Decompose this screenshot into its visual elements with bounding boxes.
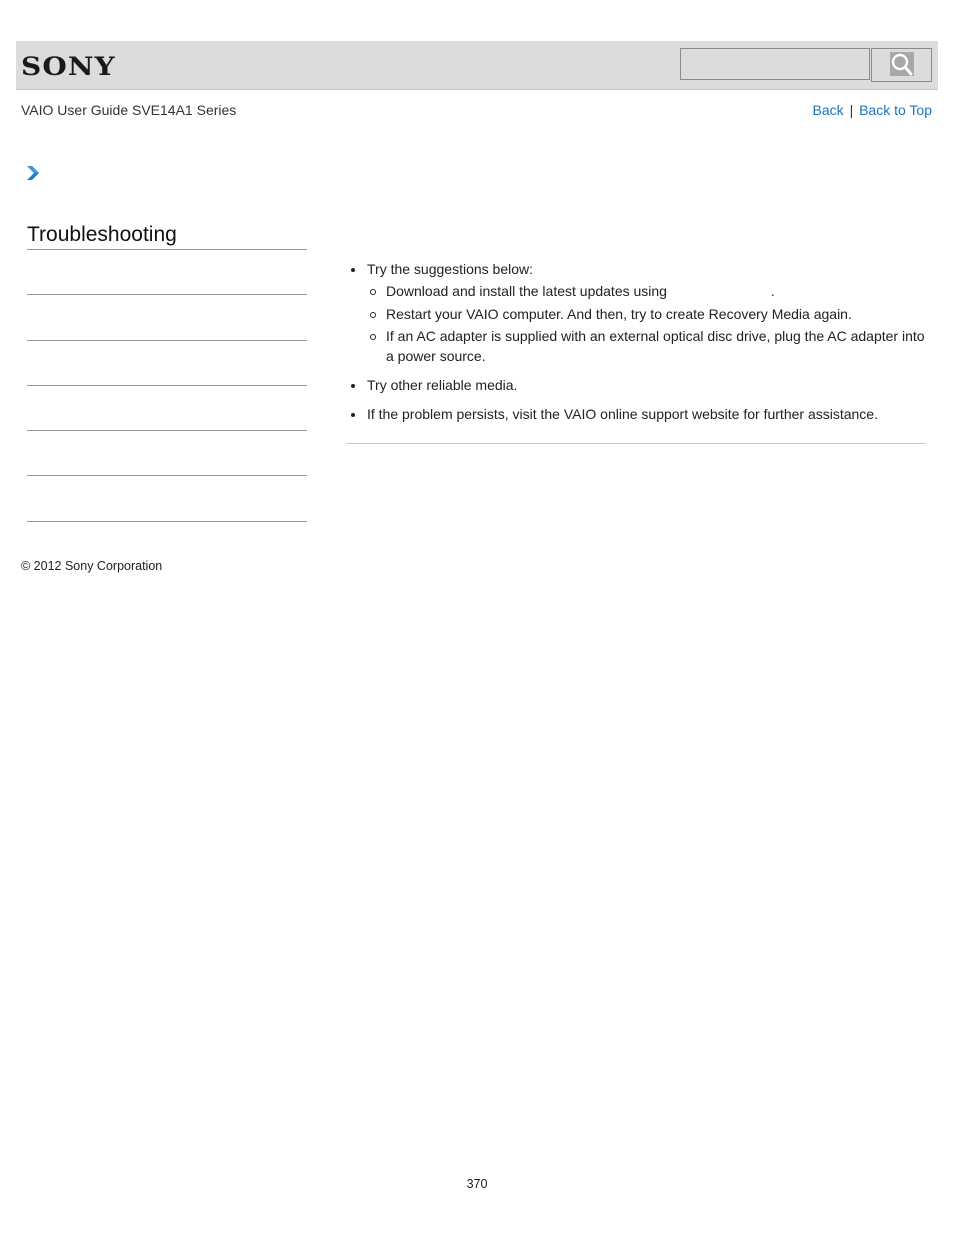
list-item-text: Try other reliable media. — [367, 377, 518, 393]
sub-list-item-text: Download and install the latest updates … — [386, 283, 667, 299]
sidebar-item[interactable] — [27, 341, 307, 386]
back-link[interactable]: Back — [813, 102, 844, 118]
list-item-text: Try the suggestions below: — [367, 261, 534, 277]
back-to-top-link[interactable]: Back to Top — [859, 102, 932, 118]
list-item-text: If the problem persists, visit the VAIO … — [367, 406, 878, 422]
suggestion-list: Try the suggestions below: Download and … — [346, 259, 926, 424]
sidebar-item[interactable] — [27, 386, 307, 431]
sony-logo[interactable]: SONY — [21, 52, 116, 81]
list-item: If the problem persists, visit the VAIO … — [346, 404, 926, 424]
sub-list-item-text: Restart your VAIO computer. And then, tr… — [386, 305, 852, 322]
sub-list-item: Restart your VAIO computer. And then, tr… — [367, 304, 926, 324]
page-number: 370 — [466, 1177, 488, 1191]
link-separator: | — [849, 102, 854, 118]
search-button[interactable] — [871, 48, 932, 82]
sidebar-item[interactable] — [27, 476, 307, 522]
chevron-right-icon[interactable] — [26, 165, 40, 186]
sub-suggestion-list: Download and install the latest updates … — [367, 281, 926, 366]
main-content: Try the suggestions below: Download and … — [346, 259, 926, 433]
sidebar-item[interactable] — [27, 431, 307, 476]
sidebar-item[interactable] — [27, 250, 307, 295]
sub-list-item-text: If an AC adapter is supplied with an ext… — [386, 328, 925, 364]
search-input[interactable] — [680, 48, 870, 80]
sub-list-item-period: . — [770, 283, 775, 299]
sub-list-item: If an AC adapter is supplied with an ext… — [367, 326, 926, 366]
list-item: Try other reliable media. — [346, 375, 926, 395]
header-bar: SONY — [16, 41, 938, 90]
guide-title: VAIO User Guide SVE14A1 Series — [21, 102, 237, 118]
sidebar-list — [27, 250, 307, 522]
copyright: © 2012 Sony Corporation — [21, 559, 163, 573]
sub-list-item: Download and install the latest updates … — [367, 281, 926, 301]
sidebar-heading: Troubleshooting — [27, 222, 307, 250]
search-icon — [890, 52, 914, 76]
content-divider — [346, 443, 926, 444]
top-links: Back | Back to Top — [813, 102, 932, 118]
sidebar-item[interactable] — [27, 295, 307, 341]
list-item: Try the suggestions below: Download and … — [346, 259, 926, 366]
